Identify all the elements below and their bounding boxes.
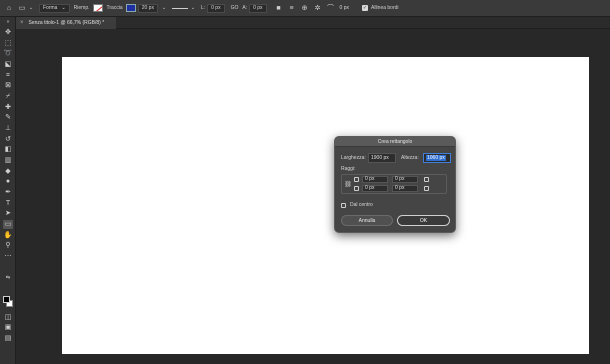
height-field[interactable]: 0 px [249, 3, 267, 13]
fill-label: Riemp. [73, 5, 90, 11]
marquee-tool-icon[interactable]: ⬚ [3, 39, 13, 48]
radius-value: 0 px [339, 5, 349, 11]
corner-top-left-icon [354, 177, 359, 182]
swap-colors-icon[interactable]: ⇆ [3, 274, 13, 283]
crop-tool-icon[interactable]: ⌗ [3, 71, 13, 80]
type-tool-icon[interactable]: T [3, 199, 13, 208]
stroke-width-value: 20 px [141, 5, 154, 11]
radius-bottom-right-value: 0 px [395, 185, 405, 191]
artboard-icon[interactable]: ▤ [3, 334, 13, 343]
lasso-tool-icon[interactable]: ➰ [3, 49, 13, 58]
eyedropper-tool-icon[interactable]: ⌿ [3, 92, 13, 101]
height-value: 0 px [253, 5, 263, 11]
chevron-down-icon: ⌄ [61, 5, 66, 11]
width-value: 0 px [211, 5, 221, 11]
tool-mode-value: Forma [43, 5, 58, 11]
document-tab-title: Senza titolo-1 @ 66,7% (RGB/8) * [28, 20, 105, 26]
healing-brush-tool-icon[interactable]: ✚ [3, 103, 13, 112]
home-icon[interactable]: ⌂ [5, 4, 13, 12]
corner-bottom-right-icon [424, 186, 429, 191]
frame-tool-icon[interactable]: ⊠ [3, 81, 13, 90]
from-center-row[interactable]: Dal centro [341, 201, 373, 209]
ok-button-label: OK [419, 217, 428, 224]
dodge-tool-icon[interactable]: ● [3, 177, 13, 186]
radius-field[interactable]: 0 px [337, 4, 352, 13]
radius-top-right-value: 0 px [395, 176, 405, 182]
foreground-color-swatch[interactable] [3, 296, 10, 303]
radii-group: ⛓ 0 px 0 px 0 px 0 px [341, 174, 447, 194]
align-edges-checkbox[interactable]: ✓ [362, 5, 368, 11]
tools-panel: » ✥ ⬚ ➰ ⬕ ⌗ ⊠ ⌿ ✚ ✎ ⊥ ↺ ◧ ▥ ◆ ● ✒ T ➤ ▭ … [0, 17, 16, 364]
gradient-tool-icon[interactable]: ▥ [3, 156, 13, 165]
stroke-width-field[interactable]: 20 px [137, 3, 158, 13]
width-label: Larghezza: [341, 155, 366, 161]
width-value: 1900 px [371, 155, 389, 161]
object-selection-tool-icon[interactable]: ⬕ [3, 60, 13, 69]
radius-bottom-left-value: 0 px [365, 185, 375, 191]
path-selection-tool-icon[interactable]: ➤ [3, 209, 13, 218]
fill-swatch[interactable] [92, 4, 103, 12]
width-label: L: [200, 5, 206, 11]
height-input[interactable]: 1060 px [423, 153, 451, 163]
stroke-swatch[interactable] [125, 4, 136, 12]
width-field[interactable]: 0 px [207, 3, 225, 13]
clone-stamp-tool-icon[interactable]: ⊥ [3, 124, 13, 133]
eraser-tool-icon[interactable]: ◧ [3, 145, 13, 154]
chevron-down-icon[interactable]: ⌄ [189, 4, 197, 12]
pen-tool-icon[interactable]: ✒ [3, 188, 13, 197]
cancel-button-label: Annulla [358, 217, 376, 224]
collapse-panel-icon[interactable]: » [3, 18, 13, 27]
document-tab-bar: × Senza titolo-1 @ 66,7% (RGB/8) * [16, 17, 610, 29]
stroke-label: Traccia [106, 5, 123, 11]
height-label: Altezza: [401, 155, 419, 161]
gear-icon[interactable]: ✲ [314, 4, 322, 12]
link-icon[interactable]: ⛓ [344, 180, 352, 189]
corner-bottom-left-icon [354, 186, 359, 191]
dialog-title: Crea rettangolo [335, 137, 455, 147]
brush-tool-icon[interactable]: ✎ [3, 113, 13, 122]
radii-label: Raggi: [341, 166, 356, 172]
rectangle-tool-icon[interactable]: ▭ [3, 220, 13, 229]
stroke-type-line[interactable] [171, 7, 188, 9]
path-alignment-icon[interactable]: ≡ [288, 4, 296, 12]
document-tab[interactable]: × Senza titolo-1 @ 66,7% (RGB/8) * [16, 17, 116, 29]
tool-preset-icon[interactable]: ▭ [18, 4, 26, 12]
more-tools-icon[interactable]: ⋯ [3, 252, 13, 261]
chevron-down-icon[interactable]: ⌄ [27, 4, 35, 12]
radius-bottom-right-input[interactable]: 0 px [392, 185, 418, 192]
link-dimensions-label[interactable]: GO [231, 5, 239, 11]
quick-mask-icon[interactable]: ◫ [3, 313, 13, 322]
options-bar: ⌂ ▭ ⌄ Forma ⌄ Riemp. Traccia 20 px ⌄ ⌄ L… [0, 0, 610, 17]
size-row: Larghezza: 1900 px Altezza: 1060 px [341, 153, 451, 163]
corner-top-right-icon [424, 177, 429, 182]
radius-top-left-value: 0 px [365, 176, 375, 182]
tool-mode-select[interactable]: Forma ⌄ [39, 3, 70, 13]
zoom-tool-icon[interactable]: ⚲ [3, 241, 13, 250]
height-label: A: [242, 5, 248, 11]
create-rectangle-dialog: Crea rettangolo Larghezza: 1900 px Altez… [334, 136, 456, 233]
width-input[interactable]: 1900 px [368, 153, 396, 163]
chevron-down-icon[interactable]: ⌄ [160, 4, 168, 12]
radius-bottom-left-input[interactable]: 0 px [362, 185, 388, 192]
path-arrangement-icon[interactable]: ⊕ [301, 4, 309, 12]
move-tool-icon[interactable]: ✥ [3, 28, 13, 37]
from-center-label: Dal centro [350, 202, 373, 208]
path-operations-icon[interactable]: ■ [275, 4, 283, 12]
radius-top-left-input[interactable]: 0 px [362, 176, 388, 183]
ok-button[interactable]: OK [397, 215, 450, 226]
close-icon[interactable]: × [20, 20, 24, 26]
height-value: 1060 px [426, 155, 446, 161]
screen-mode-icon[interactable]: ▣ [3, 323, 13, 332]
history-brush-tool-icon[interactable]: ↺ [3, 135, 13, 144]
from-center-checkbox[interactable] [341, 202, 346, 208]
hand-tool-icon[interactable]: ✋ [3, 231, 13, 240]
cancel-button[interactable]: Annulla [341, 215, 393, 226]
document-canvas[interactable] [62, 57, 589, 354]
corner-radius-icon: ⌒ [327, 4, 335, 12]
align-edges-label: Allinea bordi [371, 5, 399, 11]
blur-tool-icon[interactable]: ◆ [3, 167, 13, 176]
radius-top-right-input[interactable]: 0 px [392, 176, 418, 183]
